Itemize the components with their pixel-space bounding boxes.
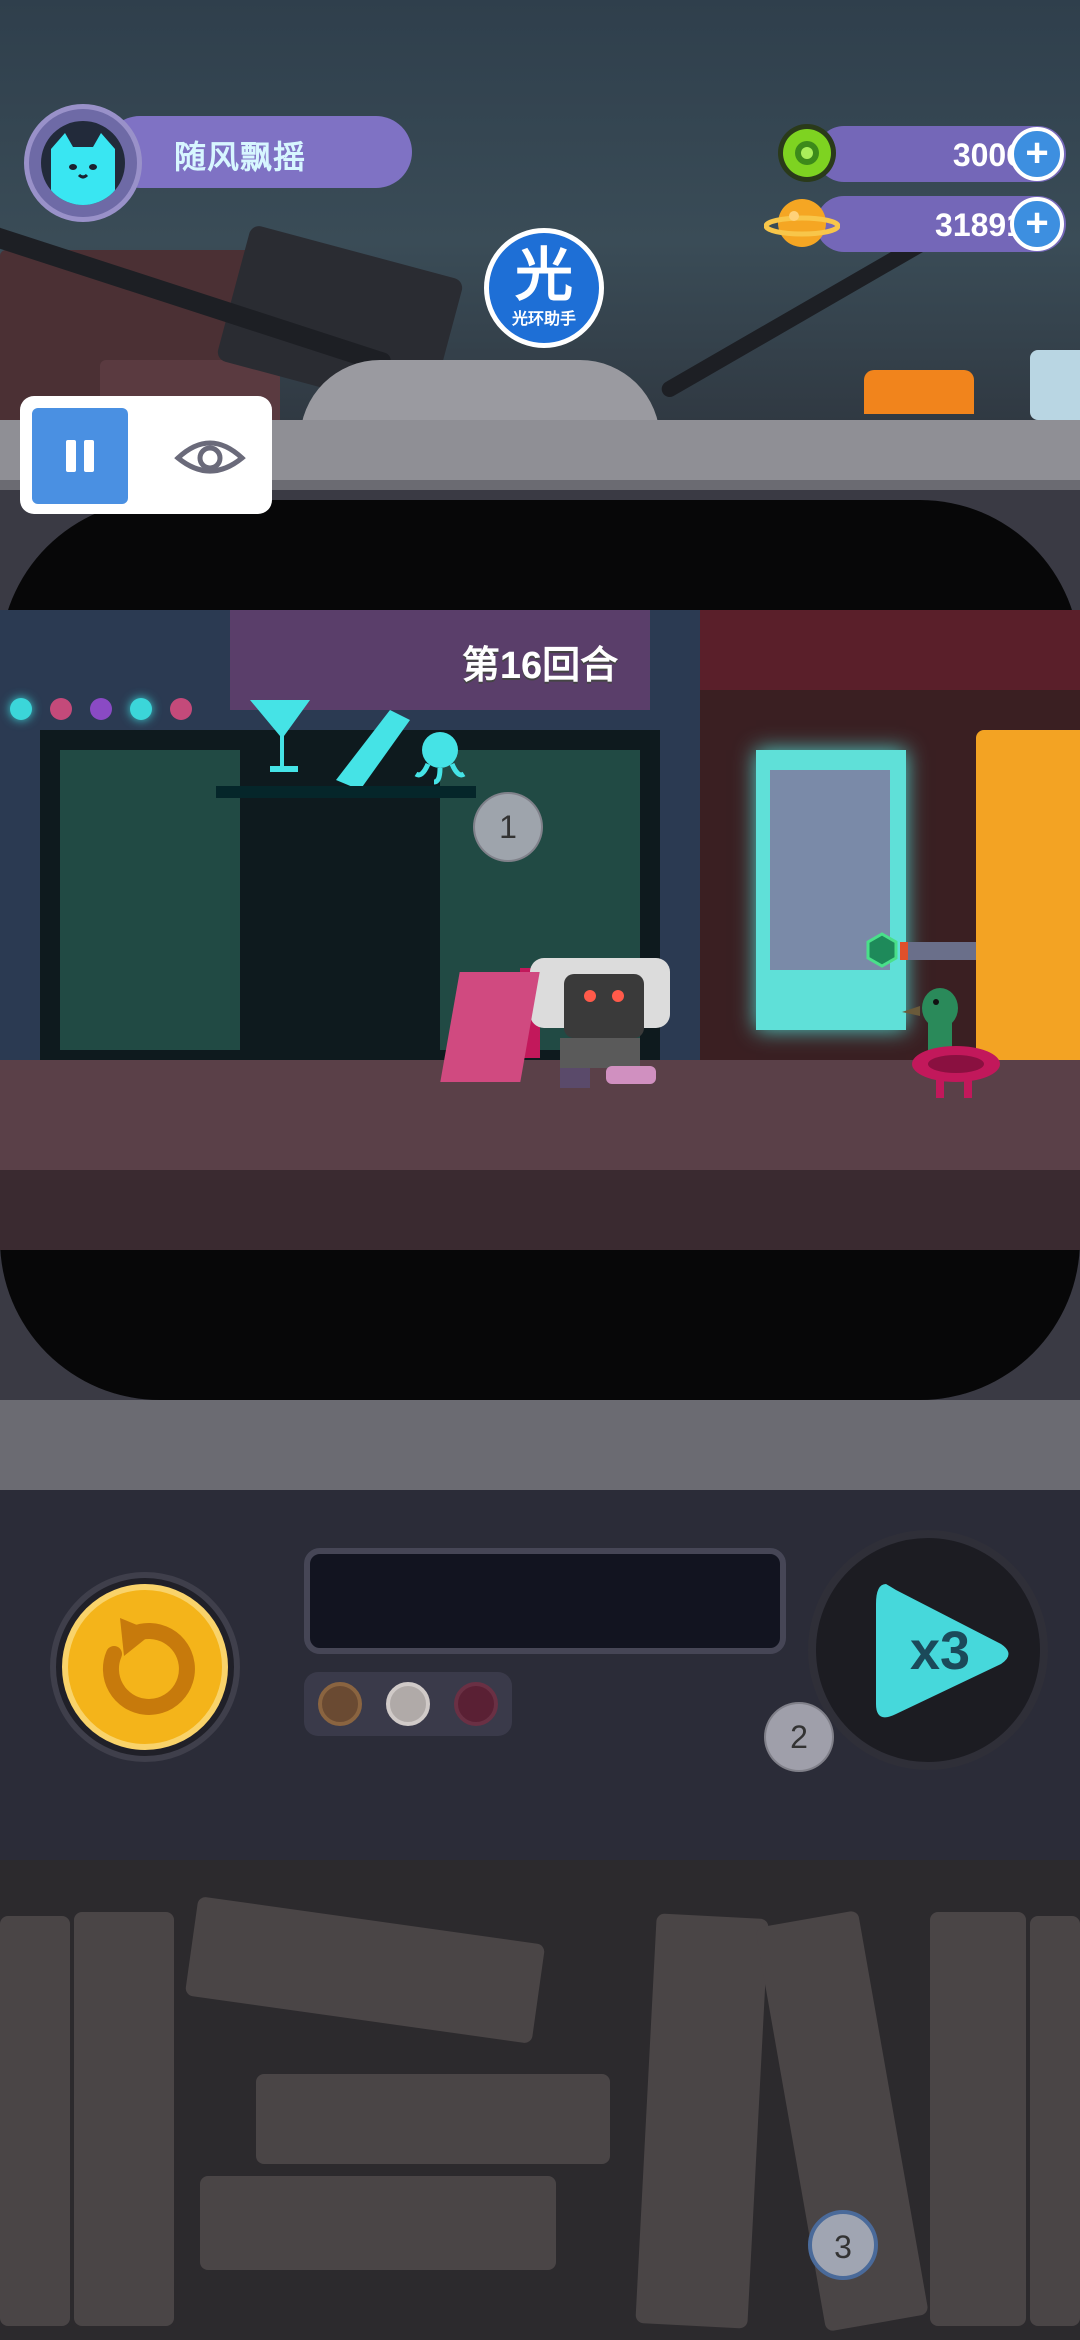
antenna-icon — [1030, 350, 1080, 420]
book — [930, 1912, 1026, 2326]
speed-label: x3 — [909, 1621, 971, 1681]
battle-screen[interactable] — [0, 610, 1080, 1250]
helper-label: 光环助手 — [511, 311, 576, 328]
green-gem-icon — [776, 122, 838, 184]
cat-avatar-icon — [41, 121, 125, 205]
string-light — [90, 698, 112, 720]
refresh-icon — [62, 1584, 228, 1750]
eye-icon — [174, 440, 246, 474]
gold-planet-coin-icon — [763, 190, 841, 256]
add-gems-button[interactable]: + — [1010, 127, 1064, 181]
book — [1030, 1916, 1080, 2326]
status-light-red — [454, 1682, 498, 1726]
enemy-health-bar — [900, 942, 976, 960]
camera-robot-character — [520, 948, 680, 1098]
status-lights — [304, 1672, 512, 1736]
speed-x3-button[interactable]: x3 — [808, 1530, 1048, 1770]
playback-panel — [20, 396, 272, 514]
duck-enemy-character — [896, 984, 1006, 1104]
neon-bottle-sign-icon — [240, 690, 500, 800]
book — [200, 2176, 556, 2270]
marker-3: 3 — [808, 2210, 878, 2280]
book — [74, 1912, 174, 2326]
bookshelf — [0, 1860, 1080, 2340]
helper-glyph: 光 — [514, 243, 573, 308]
shield-hex-icon — [864, 932, 900, 968]
halo-assistant-button[interactable]: 光 光环助手 — [484, 228, 604, 348]
book — [184, 1896, 546, 2044]
status-light-white — [386, 1682, 430, 1726]
add-coins-button[interactable]: + — [1010, 197, 1064, 251]
avatar[interactable] — [24, 104, 142, 222]
pause-button[interactable] — [32, 408, 128, 504]
pause-icon — [66, 440, 76, 472]
gem-value: 3006 — [952, 137, 1024, 173]
pause-icon — [84, 440, 94, 472]
player-name: 随风飘摇 — [174, 139, 307, 175]
book — [635, 1913, 769, 2329]
slot-display — [304, 1548, 786, 1654]
string-light — [170, 698, 192, 720]
book — [0, 1916, 70, 2326]
coin-value: 31891 — [935, 207, 1024, 243]
shop-awning — [700, 610, 1080, 690]
view-toggle-button[interactable] — [170, 416, 250, 496]
book — [256, 2074, 610, 2164]
warning-light — [864, 370, 974, 414]
marker-1: 1 — [473, 792, 543, 862]
stage-floor-edge — [0, 1170, 1080, 1250]
string-light — [50, 698, 72, 720]
window-pane — [60, 750, 240, 1050]
string-light — [10, 698, 32, 720]
machine-band — [0, 1400, 1080, 1490]
sign-shelf — [216, 786, 476, 798]
marker-2: 2 — [764, 1702, 834, 1772]
refresh-button[interactable] — [50, 1572, 240, 1762]
status-light-amber — [318, 1682, 362, 1726]
string-light — [130, 698, 152, 720]
round-label: 第16回合 — [461, 645, 619, 687]
